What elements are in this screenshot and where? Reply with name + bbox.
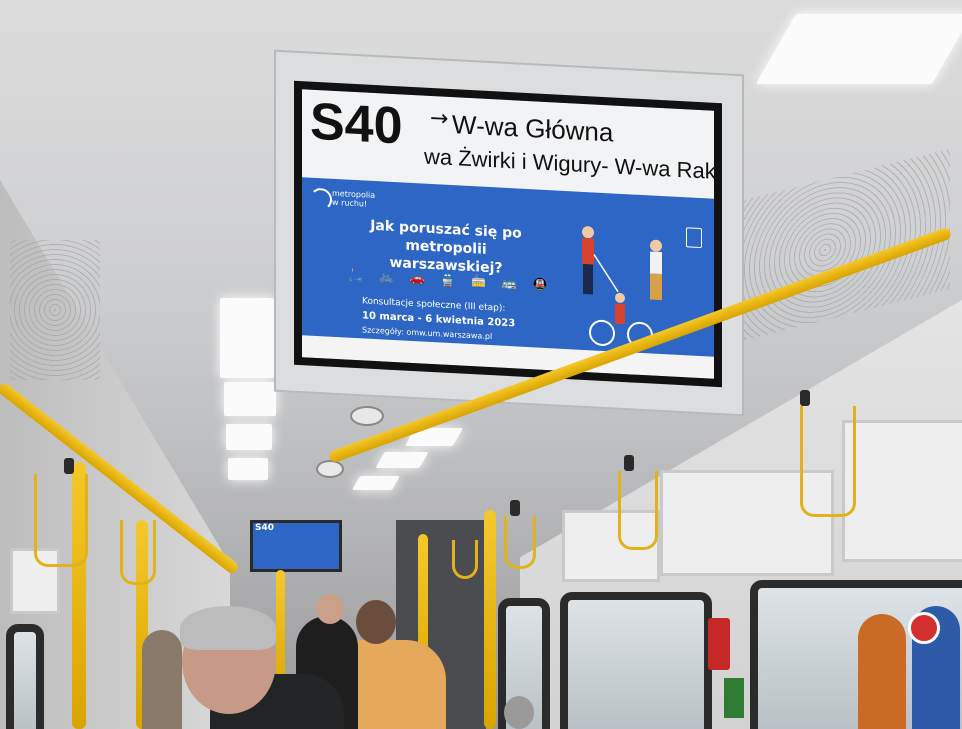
cyclist-body <box>615 303 625 325</box>
strap-handle <box>64 458 74 474</box>
dome-camera <box>350 406 384 426</box>
person-head <box>582 226 594 239</box>
train-artwork <box>842 420 962 562</box>
strap-handle <box>624 455 634 471</box>
train-window <box>560 592 712 729</box>
ceiling-light <box>375 452 429 468</box>
ceiling-vent <box>10 240 100 380</box>
person-legs <box>650 273 662 301</box>
stop-sign-icon <box>908 612 940 644</box>
passenger-head <box>504 696 534 729</box>
hand-strap <box>504 516 536 569</box>
person-body <box>650 251 662 275</box>
white-cane <box>593 254 619 293</box>
outside-person <box>858 614 906 729</box>
hand-strap <box>34 474 88 567</box>
bicycle-wheel <box>589 319 615 346</box>
dome-camera <box>316 460 344 478</box>
emergency-intercom <box>708 618 730 670</box>
distant-info-screen: S40 <box>250 520 342 572</box>
route-number: S40 <box>310 92 403 156</box>
stops-ticker: wa Żwirki i Wigury- W-wa Rakow <box>424 143 714 186</box>
person-legs <box>583 263 593 295</box>
logo-text: metropolia w ruchu! <box>332 188 376 209</box>
hand-strap <box>452 540 478 579</box>
train-window <box>6 624 44 729</box>
vertical-pole <box>484 510 496 729</box>
ceiling-light <box>224 382 276 416</box>
passenger-head <box>316 594 344 624</box>
route-bar: S40 → W-wa Główna wa Żwirki i Wigury- W-… <box>302 89 714 199</box>
arrow-icon: → <box>430 105 449 132</box>
strap-handle <box>510 500 520 516</box>
ceiling-light <box>220 298 274 378</box>
metropolia-logo-icon <box>310 187 332 211</box>
hand-strap <box>800 406 856 517</box>
train-interior: S40 → W-wa Główna wa Żwirki i Wigury- W-… <box>0 0 962 729</box>
passenger-head <box>356 600 396 644</box>
strap-handle <box>800 390 810 406</box>
hand-strap <box>618 471 658 550</box>
ceiling-light <box>351 476 401 490</box>
ceiling-light <box>226 424 272 450</box>
ceiling-light <box>228 458 268 480</box>
distant-route-number: S40 <box>255 523 275 533</box>
passenger-hair <box>180 606 276 650</box>
person-body <box>582 237 594 265</box>
warsaw-crest-icon <box>686 227 702 249</box>
person-head <box>650 239 662 252</box>
hand-strap <box>120 520 156 585</box>
emergency-exit-sign <box>724 678 744 718</box>
passenger-coat <box>142 630 182 729</box>
destination: W-wa Główna <box>452 109 614 148</box>
cyclist-head <box>615 292 625 303</box>
